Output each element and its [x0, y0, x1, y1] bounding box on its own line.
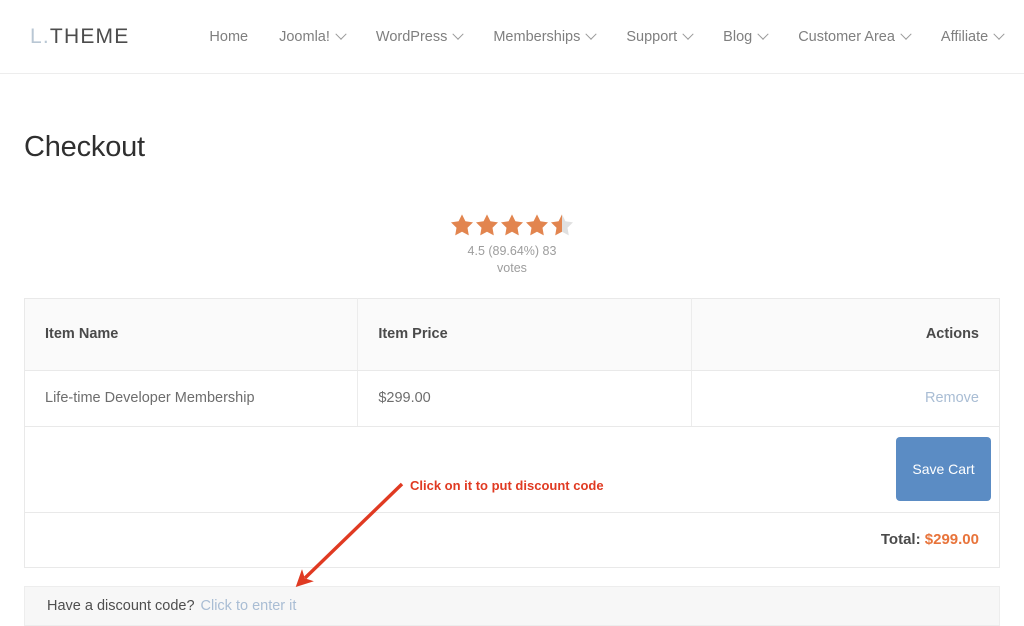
chevron-down-icon: [335, 28, 347, 40]
cell-item-name: Life-time Developer Membership: [24, 370, 359, 427]
total-row: Total: $299.00: [25, 512, 1000, 567]
page-content: Checkout 4.5 (89.64%) 83 votes Item Name…: [0, 131, 1024, 626]
cart-table-body: Life-time Developer Membership $299.00 R…: [24, 370, 1000, 567]
logo-name: THEME: [49, 24, 130, 48]
site-header: L.THEME Home Joomla! WordPress Membershi…: [0, 0, 1024, 74]
total-cell: Total: $299.00: [25, 512, 1000, 567]
nav-item-label: Home: [209, 28, 249, 45]
page-title: Checkout: [24, 131, 145, 163]
total-value: $299.00: [924, 531, 979, 548]
site-logo[interactable]: L.THEME: [30, 25, 129, 49]
cell-item-price: $299.00: [357, 370, 692, 427]
chevron-down-icon: [993, 28, 1005, 40]
nav-item-label: Affiliate: [940, 28, 989, 45]
star-icon-full: [450, 213, 474, 236]
nav-item-label: Customer Area: [798, 28, 895, 45]
column-header-item-price: Item Price: [357, 298, 692, 371]
nav-item-wordpress[interactable]: WordPress: [375, 28, 465, 45]
nav-item-support[interactable]: Support: [626, 28, 694, 45]
cart-table: Item Name Item Price Actions Life-time D…: [24, 297, 1000, 568]
discount-prompt: Have a discount code?: [47, 597, 195, 614]
nav-item-label: Memberships: [493, 28, 581, 45]
chevron-down-icon: [900, 28, 912, 40]
table-row: Life-time Developer Membership $299.00 R…: [24, 370, 1000, 427]
star-icon-full: [475, 213, 499, 236]
save-cart-cell: Save Cart: [24, 426, 1000, 513]
rating-summary-line1: 4.5 (89.64%) 83: [467, 243, 557, 258]
chevron-down-icon: [452, 28, 465, 40]
nav-item-label: WordPress: [375, 28, 448, 45]
table-header-row: Item Name Item Price Actions: [24, 298, 1000, 371]
cart-table-header: Item Name Item Price Actions: [24, 298, 1000, 371]
save-cart-row: Save Cart: [24, 426, 1000, 513]
nav-item-affiliate[interactable]: Affiliate: [940, 28, 1005, 45]
nav-item-label: Blog: [723, 28, 753, 45]
main-navigation: Home Joomla! WordPress Memberships Suppo…: [209, 20, 1024, 54]
nav-item-label: Joomla!: [279, 28, 330, 45]
remove-item-link[interactable]: Remove: [925, 390, 979, 406]
column-header-actions: Actions: [691, 298, 1000, 371]
enter-discount-code-link[interactable]: Click to enter it: [201, 598, 297, 614]
nav-item-memberships[interactable]: Memberships: [493, 28, 598, 45]
total-label: Total:: [880, 531, 921, 548]
rating-summary: 4.5 (89.64%) 83 votes: [457, 243, 567, 277]
star-icon-half: [550, 213, 574, 236]
save-cart-button[interactable]: Save Cart: [896, 437, 991, 501]
nav-item-home[interactable]: Home: [209, 29, 248, 45]
logo-prefix: L.: [30, 24, 50, 48]
rating-block: 4.5 (89.64%) 83 votes: [24, 211, 1000, 277]
star-icon-full: [525, 213, 549, 236]
chevron-down-icon: [757, 28, 769, 40]
nav-item-customer-area[interactable]: Customer Area: [798, 28, 912, 45]
nav-item-blog[interactable]: Blog: [723, 28, 769, 45]
star-rating[interactable]: [450, 213, 575, 236]
column-header-item-name: Item Name: [24, 298, 359, 371]
cart-section: Item Name Item Price Actions Life-time D…: [24, 297, 1000, 626]
rating-summary-line2: votes: [497, 260, 527, 275]
cell-actions: Remove: [691, 370, 1000, 427]
chevron-down-icon: [585, 28, 598, 40]
nav-item-label: Support: [626, 28, 678, 45]
nav-item-joomla[interactable]: Joomla!: [279, 28, 347, 45]
star-icon-full: [500, 213, 524, 236]
chevron-down-icon: [682, 28, 694, 40]
